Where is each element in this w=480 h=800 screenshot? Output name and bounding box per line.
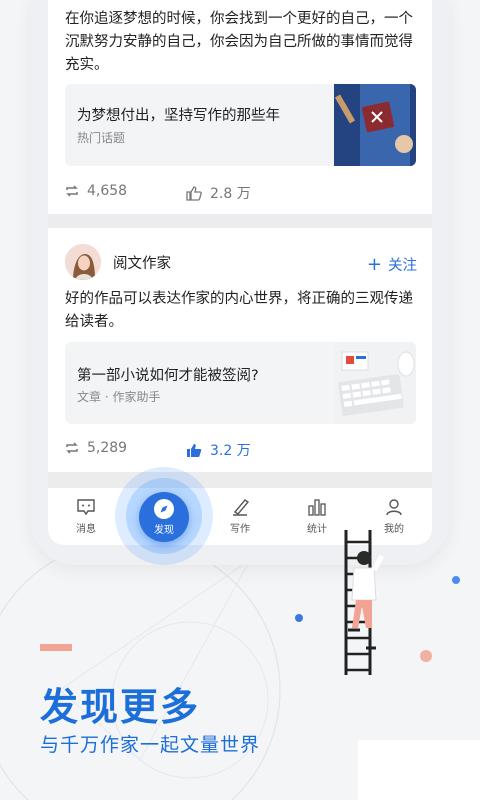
like-value: 3.2 万 — [210, 443, 251, 459]
link-subtitle: 热门话题 — [77, 131, 126, 145]
tab-label: 统计 — [307, 524, 327, 535]
promo-headline: 发现更多 — [40, 685, 201, 729]
like-count[interactable]: 2.8 万 — [186, 183, 251, 203]
tab-message[interactable]: 消息 — [56, 498, 116, 535]
follow-label: 关注 — [388, 258, 417, 274]
thumbs-up-icon — [186, 185, 202, 201]
link-title: 第一部小说如何才能被签阅? — [77, 368, 259, 384]
like-value: 2.8 万 — [210, 186, 251, 202]
plus-icon: + — [366, 253, 382, 275]
tab-label: 写作 — [230, 524, 250, 535]
feed-card: 在你追逐梦想的时候，你会找到一个更好的自己，一个沉默努力安静的自己，你会因为自己… — [48, 0, 432, 214]
follow-button[interactable]: + 关注 — [367, 254, 417, 275]
thumbs-up-icon — [187, 443, 202, 457]
repost-icon — [66, 185, 78, 197]
message-icon — [77, 499, 95, 516]
chart-icon — [308, 499, 326, 516]
linked-article-card[interactable]: 第一部小说如何才能被签阅? 文章 · 作家助手 — [65, 342, 416, 424]
author-row[interactable]: 阅文作家 — [65, 244, 171, 280]
repost-value: 4,658 — [87, 183, 128, 199]
feed-card: 阅文作家 + 关注 好的作品可以表达作家的内心世界，将正确的三观传递给读者。 第… — [48, 228, 432, 472]
repost-count[interactable]: 4,658 — [65, 183, 127, 199]
repost-count[interactable]: 5,289 — [65, 440, 127, 456]
tab-discover[interactable]: 发现 — [139, 492, 189, 542]
repost-value: 5,289 — [87, 440, 128, 456]
accent-bar — [40, 644, 72, 651]
post-text: 在你追逐梦想的时候，你会找到一个更好的自己，一个沉默努力安静的自己，你会因为自己… — [65, 11, 413, 73]
compass-icon — [154, 499, 174, 519]
article-thumbnail — [334, 342, 416, 424]
decorative-dot — [295, 614, 303, 622]
repost-icon — [66, 442, 78, 454]
link-title: 为梦想付出，坚持写作的那些年 — [77, 108, 280, 124]
pen-icon — [233, 499, 250, 516]
author-name: 阅文作家 — [113, 255, 171, 272]
like-count[interactable]: 3.2 万 — [186, 440, 251, 460]
post-text: 好的作品可以表达作家的内心世界，将正确的三观传递给读者。 — [65, 291, 413, 330]
topic-thumbnail — [334, 84, 416, 166]
phone-screen: 在你追逐梦想的时候，你会找到一个更好的自己，一个沉默努力安静的自己，你会因为自己… — [48, 0, 432, 545]
decorative-dot — [420, 650, 432, 662]
linked-topic-card[interactable]: 为梦想付出，坚持写作的那些年 热门话题 — [65, 84, 416, 166]
promo-subline: 与千万作家一起文量世界 — [40, 734, 261, 756]
user-icon — [386, 499, 402, 516]
decorative-dot — [452, 576, 460, 584]
link-subtitle: 文章 · 作家助手 — [77, 390, 161, 404]
tab-write[interactable]: 写作 — [210, 498, 270, 535]
tab-label: 消息 — [76, 524, 96, 535]
avatar — [65, 244, 101, 280]
tab-label: 发现 — [154, 525, 174, 536]
corner-panel — [358, 740, 480, 800]
